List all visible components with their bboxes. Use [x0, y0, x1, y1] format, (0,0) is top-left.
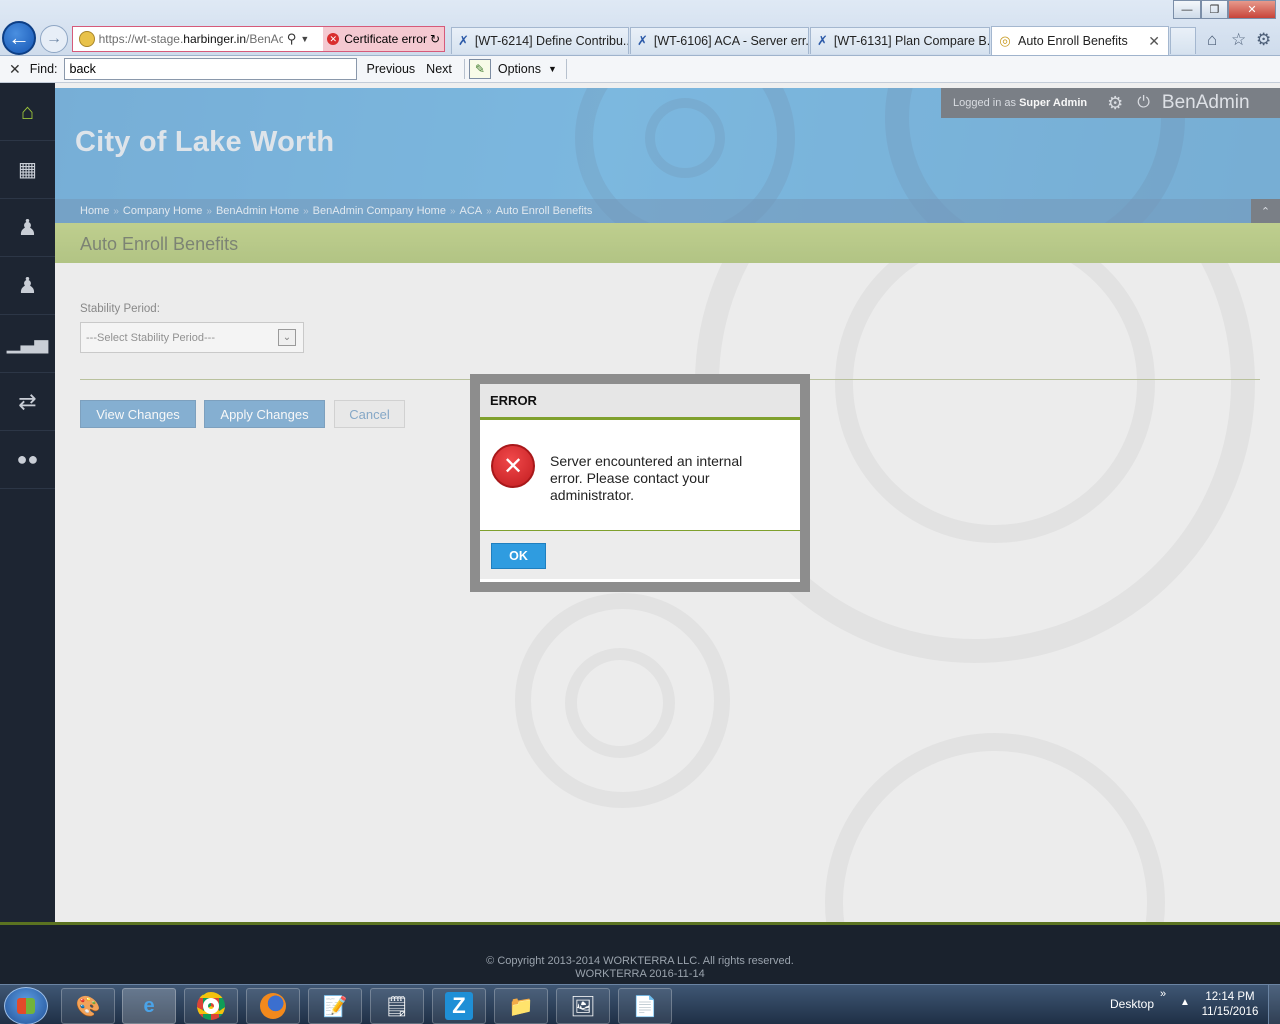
home-icon: ⌂: [20, 98, 35, 124]
dialog-title: ERROR: [480, 384, 800, 420]
clock-time: 12:14 PM: [1205, 991, 1255, 1003]
gear-icon[interactable]: ⚙: [1256, 30, 1271, 50]
snipping-icon[interactable]: 🖼: [556, 988, 610, 1024]
find-next-button[interactable]: Next: [426, 62, 452, 76]
chat-icon: ●●: [16, 449, 39, 469]
jira-icon: ✗: [817, 33, 828, 48]
sidebar-item-reports[interactable]: ▁▃▅: [0, 315, 55, 373]
clock-date: 11/15/2016: [1201, 1006, 1259, 1018]
chrome-icon[interactable]: [184, 988, 238, 1024]
tab-wt-6214[interactable]: ✗ [WT-6214] Define Contribu...: [451, 27, 629, 54]
tab-auto-enroll[interactable]: ◎ Auto Enroll Benefits ✕: [991, 26, 1169, 55]
maximize-button[interactable]: ❐: [1201, 0, 1228, 19]
puzzle-icon: ▦: [18, 159, 37, 181]
minimize-button[interactable]: —: [1173, 0, 1201, 19]
find-bar: ✕ Find: Previous Next ✎ Options ▼: [0, 56, 1280, 83]
page-footer: © Copyright 2013-2014 WORKTERRA LLC. All…: [0, 922, 1280, 984]
paint-icon[interactable]: 🎨: [61, 988, 115, 1024]
certificate-error[interactable]: ✕ Certificate error ↻: [323, 27, 444, 51]
forward-button[interactable]: →: [40, 25, 68, 53]
home-icon[interactable]: ⌂: [1207, 30, 1217, 50]
sidebar-item-chat[interactable]: ●●: [0, 431, 55, 489]
firefox-icon[interactable]: [246, 988, 300, 1024]
internet-explorer-icon[interactable]: e: [122, 988, 176, 1024]
browser-chrome: — ❐ ✕ ← → https://wt-stage.harbinger.in/…: [0, 0, 1280, 56]
find-previous-button[interactable]: Previous: [367, 62, 416, 76]
site-icon: [79, 31, 95, 47]
chevron-down-icon[interactable]: ▼: [548, 64, 557, 74]
notepad-icon[interactable]: 📝: [308, 988, 362, 1024]
address-bar[interactable]: https://wt-stage.harbinger.in/BenAc ⚲ ▼ …: [72, 26, 445, 52]
dialog-footer: OK: [480, 531, 800, 579]
find-options-button[interactable]: Options: [498, 62, 541, 76]
sidebar-item-transfer[interactable]: ⇄: [0, 373, 55, 431]
close-find-icon[interactable]: ✕: [9, 61, 21, 78]
dialog-body: ✕ Server encountered an internal error. …: [480, 420, 800, 531]
sidebar-item-admin-user[interactable]: ♟: [0, 199, 55, 257]
sidebar-item-home[interactable]: ⌂: [0, 83, 55, 141]
separator: [463, 59, 465, 79]
sidebar-item-user[interactable]: ♟: [0, 257, 55, 315]
separator: [565, 59, 567, 79]
chevron-right-icon[interactable]: »: [1160, 988, 1166, 1000]
sticky-notes-icon[interactable]: 🗒: [370, 988, 424, 1024]
sidebar: ⌂ ▦ ♟ ♟ ▁▃▅ ⇄ ●●: [0, 83, 55, 924]
close-window-button[interactable]: ✕: [1228, 0, 1276, 19]
sidebar-item-puzzle[interactable]: ▦: [0, 141, 55, 199]
desktop-toolbar[interactable]: Desktop: [1110, 997, 1154, 1011]
ok-button[interactable]: OK: [491, 543, 546, 569]
highlight-icon[interactable]: ✎: [468, 59, 491, 79]
zoho-icon[interactable]: Z: [432, 988, 486, 1024]
error-icon: ✕: [491, 444, 535, 488]
transfer-icon: ⇄: [18, 388, 37, 414]
find-label: Find:: [29, 62, 58, 76]
document-icon[interactable]: 📄: [618, 988, 672, 1024]
copyright: © Copyright 2013-2014 WORKTERRA LLC. All…: [0, 955, 1280, 981]
build-text: WORKTERRA 2016-11-14: [575, 968, 705, 980]
clock[interactable]: 12:14 PM 11/15/2016: [1198, 990, 1262, 1020]
new-tab[interactable]: [1170, 27, 1196, 54]
dropdown-icon[interactable]: ▼: [300, 34, 309, 44]
site-icon: ◎: [999, 33, 1011, 48]
error-icon: ✕: [327, 33, 340, 45]
user-icon: ♟: [17, 272, 38, 298]
copyright-text: © Copyright 2013-2014 WORKTERRA LLC. All…: [486, 955, 794, 967]
show-desktop-button[interactable]: [1268, 985, 1280, 1024]
find-input[interactable]: [63, 58, 357, 80]
jira-icon: ✗: [458, 33, 469, 48]
bar-chart-icon: ▁▃▅: [6, 333, 49, 353]
tray-expand-icon[interactable]: ▲: [1180, 997, 1190, 1008]
taskbar: 🎨 e 📝 🗒 Z 📁 🖼 📄 Desktop » ▲ 12:14 PM 11/…: [0, 984, 1280, 1024]
refresh-icon[interactable]: ↻: [430, 32, 440, 46]
close-tab-icon[interactable]: ✕: [1148, 33, 1160, 50]
tab-wt-6131[interactable]: ✗ [WT-6131] Plan Compare B...: [810, 27, 990, 54]
error-dialog: ERROR ✕ Server encountered an internal e…: [480, 384, 800, 582]
explorer-icon[interactable]: 📁: [494, 988, 548, 1024]
user-star-icon: ♟: [17, 214, 38, 240]
jira-icon: ✗: [637, 33, 648, 48]
tab-wt-6106[interactable]: ✗ [WT-6106] ACA - Server err...: [630, 27, 809, 54]
windows-icon: [17, 998, 35, 1014]
back-button[interactable]: ←: [2, 21, 36, 55]
start-button[interactable]: [4, 987, 48, 1024]
favorites-icon[interactable]: ☆: [1231, 30, 1246, 50]
url-text: https://wt-stage.harbinger.in/BenAc: [98, 32, 283, 46]
error-message: Server encountered an internal error. Pl…: [550, 453, 743, 503]
search-icon[interactable]: ⚲: [287, 31, 297, 47]
